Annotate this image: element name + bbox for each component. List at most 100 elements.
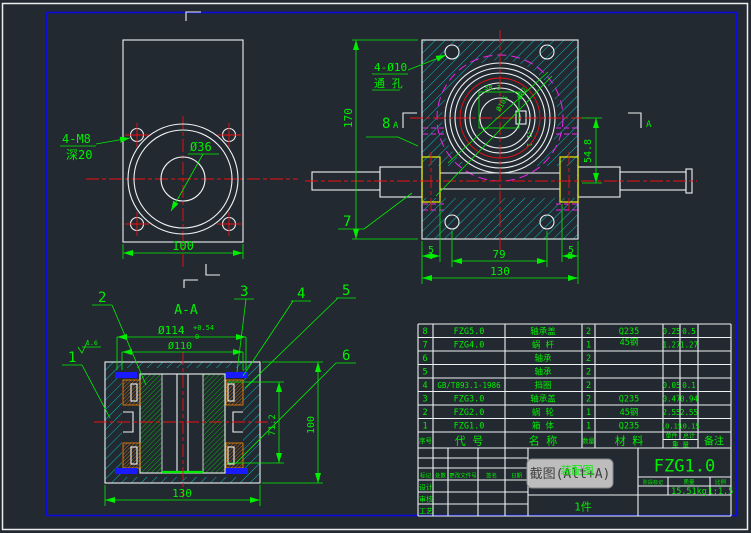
svg-text:FZG3.0: FZG3.0 <box>454 395 485 405</box>
svg-text:7: 7 <box>422 341 427 351</box>
mass-value: 15.51kg <box>671 487 707 497</box>
svg-text:材 料: 材 料 <box>615 434 644 448</box>
thread-depth: 深20 <box>66 148 92 162</box>
svg-text:6: 6 <box>422 354 427 364</box>
svg-text:2: 2 <box>422 408 427 418</box>
svg-text:2: 2 <box>586 395 591 405</box>
section-letter-left: A <box>393 121 399 131</box>
svg-text:挡圈: 挡圈 <box>534 380 551 391</box>
svg-text:6: 6 <box>342 348 350 364</box>
label-sign: 签名 <box>486 472 497 480</box>
fit-tol-upper: +0.54 <box>193 324 214 332</box>
svg-text:备注: 备注 <box>704 435 724 448</box>
svg-text:0.94: 0.94 <box>680 395 699 404</box>
svg-text:总计: 总计 <box>683 432 695 440</box>
sheet-note: 1件 <box>574 501 592 514</box>
section-letter-right: A <box>646 120 652 130</box>
svg-text:1.27: 1.27 <box>680 341 698 350</box>
height-dim: 170 <box>342 108 355 128</box>
svg-text:2: 2 <box>98 290 106 306</box>
svg-text:Q235: Q235 <box>619 327 639 337</box>
section-height-dim: 100 <box>306 416 317 434</box>
tooltip-overlay: 截图(Alt+A) 装配图 <box>526 458 614 489</box>
svg-text:1.27: 1.27 <box>662 341 680 350</box>
svg-text:轴承盖: 轴承盖 <box>530 326 556 337</box>
wheel-section-left <box>139 373 163 474</box>
svg-text:箱 体: 箱 体 <box>532 421 555 432</box>
wheel-section-right <box>202 373 226 474</box>
hole-note2: 通 孔 <box>374 77 403 90</box>
svg-text:2: 2 <box>586 354 591 364</box>
svg-text:蜗 轮: 蜗 轮 <box>532 407 555 418</box>
svg-text:0.05: 0.05 <box>662 381 680 390</box>
svg-text:2.55: 2.55 <box>662 408 680 417</box>
svg-text:代 号: 代 号 <box>455 435 484 448</box>
front-width-dim: 100 <box>172 239 194 253</box>
label-count: 处数 <box>435 472 447 480</box>
drawing-number: FZG1.0 <box>654 457 715 477</box>
svg-text:数量: 数量 <box>583 436 595 445</box>
svg-text:Q235: Q235 <box>619 422 639 432</box>
balloon-7: 7 <box>343 214 351 230</box>
svg-text:单件: 单件 <box>665 432 677 440</box>
svg-text:10.15: 10.15 <box>678 423 699 431</box>
svg-text:2.55: 2.55 <box>680 408 698 417</box>
label-stage: 阶段标记 <box>643 479 663 486</box>
drawing-svg: 4-M8 深20 Ø36 100 38.3 Ø105 Ø62 31.1 4-Ø1… <box>0 0 751 533</box>
svg-text:0.47: 0.47 <box>662 395 680 404</box>
svg-text:8: 8 <box>422 327 427 337</box>
svg-text:1: 1 <box>586 341 591 351</box>
svg-text:3: 3 <box>422 395 427 405</box>
svg-text:蜗 杆: 蜗 杆 <box>532 340 555 351</box>
side-width-dim: 130 <box>490 265 510 278</box>
svg-text:4: 4 <box>297 286 305 302</box>
svg-text:0.25: 0.25 <box>662 327 680 336</box>
label-mark: 标记 <box>420 472 432 480</box>
svg-text:轴承盖: 轴承盖 <box>530 394 556 405</box>
right-offset-dim: 5 <box>568 245 574 256</box>
drawing-name-text: 装配图 <box>561 464 594 477</box>
svg-text:1: 1 <box>586 422 591 432</box>
svg-text:FZG1.0: FZG1.0 <box>454 422 485 432</box>
svg-text:3: 3 <box>240 284 248 300</box>
bore-dia-110: Ø110 <box>168 340 192 352</box>
balloon-8: 8 <box>382 116 390 132</box>
label-scale: 比例 <box>715 478 727 486</box>
svg-text:轴承: 轴承 <box>534 367 552 378</box>
label-mass: 质量 <box>683 478 695 486</box>
svg-text:1: 1 <box>68 350 76 366</box>
svg-text:Q235: Q235 <box>619 395 639 405</box>
fit-dia: Ø114 <box>158 324 185 337</box>
svg-text:0.5: 0.5 <box>682 327 696 336</box>
scale-value: 1:1.5 <box>708 487 734 497</box>
svg-text:2: 2 <box>586 327 591 337</box>
label-design: 设计 <box>419 483 433 492</box>
left-offset-dim: 5 <box>428 245 434 256</box>
label-process: 工艺 <box>419 508 433 516</box>
cad-canvas: 4-M8 深20 Ø36 100 38.3 Ø105 Ø62 31.1 4-Ø1… <box>0 0 751 533</box>
bore-dia-label: Ø36 <box>190 140 212 154</box>
hole-note: 4-Ø10 <box>374 61 407 74</box>
label-date: 日期 <box>511 473 523 480</box>
label-doc-no: 更改文件号 <box>449 472 477 480</box>
svg-text:FZG4.0: FZG4.0 <box>454 341 485 351</box>
svg-text:1: 1 <box>586 408 591 418</box>
svg-text:1: 1 <box>422 422 427 432</box>
svg-text:重 量: 重 量 <box>672 441 689 449</box>
svg-text:4: 4 <box>422 381 427 391</box>
section-title: A-A <box>174 303 198 318</box>
svg-text:5: 5 <box>422 368 427 378</box>
svg-text:2: 2 <box>586 368 591 378</box>
svg-text:45钢: 45钢 <box>620 337 639 348</box>
thread-note: 4-M8 <box>62 132 91 146</box>
svg-text:GB/T893.1-1986: GB/T893.1-1986 <box>437 381 501 390</box>
svg-text:0.1: 0.1 <box>682 381 696 390</box>
svg-text:38.3: 38.3 <box>484 84 501 92</box>
svg-text:FZG5.0: FZG5.0 <box>454 327 485 337</box>
svg-text:序号: 序号 <box>419 436 432 445</box>
svg-text:名 称: 名 称 <box>529 434 558 448</box>
svg-text:5: 5 <box>342 283 350 299</box>
svg-text:31.1: 31.1 <box>525 130 533 147</box>
inner-dim: 71.2 <box>268 414 278 436</box>
bolt-span-dim: 79 <box>492 248 505 261</box>
